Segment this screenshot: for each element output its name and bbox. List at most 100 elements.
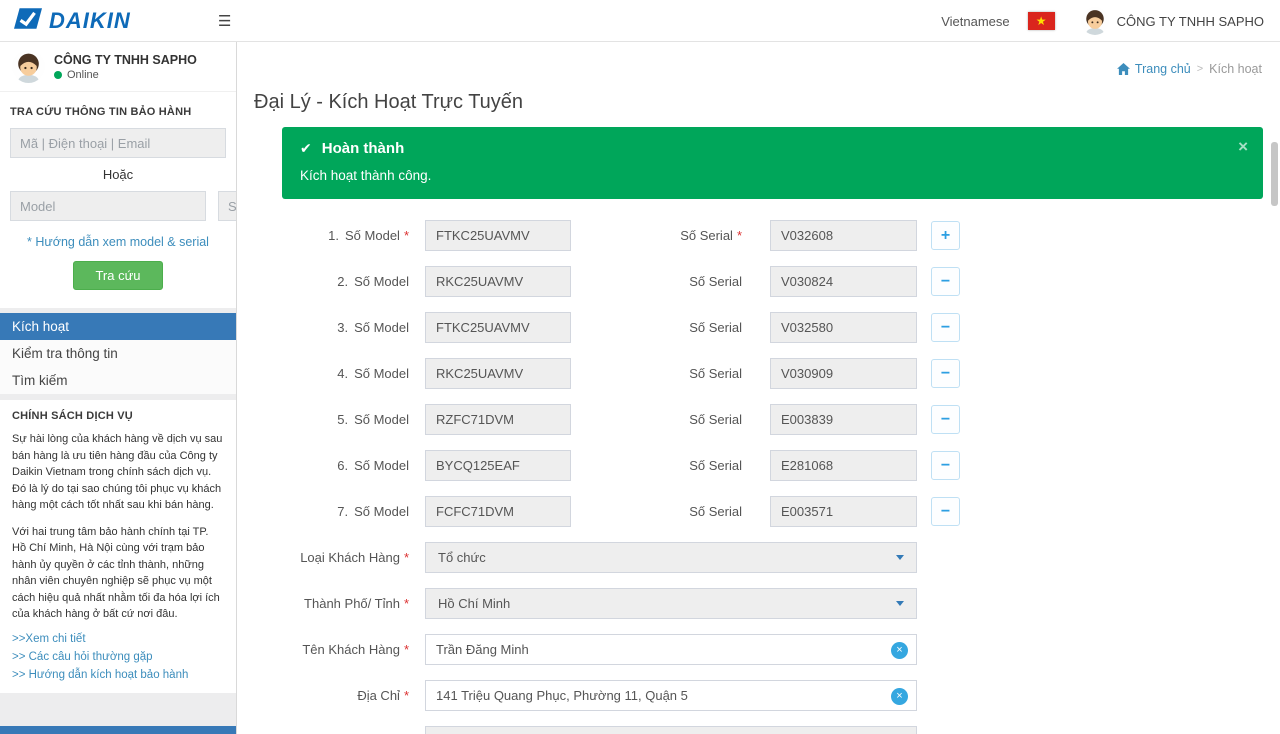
sidebar-menu-item-1[interactable]: Kiểm tra thông tin xyxy=(0,340,236,367)
policy-link[interactable]: >> Hướng dẫn kích hoạt bảo hành xyxy=(12,669,224,681)
serial-number-input[interactable] xyxy=(770,450,917,481)
device-row: 3.Số Model Số Serial − xyxy=(282,312,1263,343)
serial-label: Số Serial xyxy=(571,274,742,289)
remove-row-button[interactable]: − xyxy=(931,267,960,296)
remove-row-button[interactable]: − xyxy=(931,451,960,480)
model-label: 5.Số Model xyxy=(282,412,409,427)
remove-row-button[interactable]: − xyxy=(931,313,960,342)
warranty-lookup-title: TRA CỨU THÔNG TIN BẢO HÀNH xyxy=(10,106,226,118)
clear-icon[interactable]: × xyxy=(891,642,908,659)
header-user-name[interactable]: CÔNG TY TNHH SAPHO xyxy=(1117,14,1264,29)
remove-row-button[interactable]: − xyxy=(931,497,960,526)
customer-type-label: Loại Khách Hàng* xyxy=(282,550,409,565)
customer-name-field: × xyxy=(425,634,917,665)
policy-link[interactable]: >> Các câu hỏi thường gặp xyxy=(12,651,224,663)
alert-message: Kích hoạt thành công. xyxy=(300,168,1245,184)
serial-number-input[interactable] xyxy=(770,358,917,389)
city-value: Hồ Chí Minh xyxy=(438,596,510,611)
customer-name-input[interactable] xyxy=(426,635,916,664)
remove-row-button[interactable]: − xyxy=(931,405,960,434)
remove-row-button[interactable]: − xyxy=(931,359,960,388)
device-row: 2.Số Model Số Serial − xyxy=(282,266,1263,297)
sidebar-menu-item-0[interactable]: Kích hoạt xyxy=(0,313,236,340)
model-number-input[interactable] xyxy=(425,450,571,481)
service-policy-title: CHÍNH SÁCH DỊCH VỤ xyxy=(12,410,224,422)
daikin-logo-text: DAIKIN xyxy=(49,8,131,34)
clear-icon[interactable]: × xyxy=(891,688,908,705)
breadcrumb-home-link[interactable]: Trang chủ xyxy=(1117,62,1191,76)
model-serial-guide-link[interactable]: * Hướng dẫn xem model & serial xyxy=(10,235,226,249)
policy-paragraph: Với hai trung tâm bảo hành chính tại TP.… xyxy=(12,524,224,623)
model-number-input[interactable] xyxy=(425,358,571,389)
city-row: Thành Phố/ Tỉnh* Hồ Chí Minh xyxy=(282,588,1263,619)
device-row: 4.Số Model Số Serial − xyxy=(282,358,1263,389)
required-asterisk: * xyxy=(404,642,409,657)
sidebar-toggle-icon[interactable]: ☰ xyxy=(218,0,231,42)
policy-paragraph: Sự hài lòng của khách hàng về dịch vụ sa… xyxy=(12,431,224,514)
required-asterisk: * xyxy=(737,228,742,243)
address-field: × xyxy=(425,680,917,711)
or-label: Hoặc xyxy=(10,167,226,182)
model-label: 6.Số Model xyxy=(282,458,409,473)
chevron-down-icon xyxy=(896,601,904,606)
content-area: Trang chủ > Kích hoạt Đại Lý - Kích Hoạt… xyxy=(238,42,1280,734)
customer-name-row: Tên Khách Hàng* × xyxy=(282,634,1263,665)
serial-number-input[interactable] xyxy=(770,496,917,527)
model-number-input[interactable] xyxy=(425,312,571,343)
address-row: Địa Chỉ* × xyxy=(282,680,1263,711)
add-row-button[interactable]: + xyxy=(931,221,960,250)
customer-type-value: Tổ chức xyxy=(438,550,486,565)
vietnam-flag-icon[interactable]: ★ xyxy=(1028,12,1055,30)
serial-number-input[interactable] xyxy=(770,404,917,435)
online-status-label: Online xyxy=(67,69,99,81)
device-row: 7.Số Model Số Serial − xyxy=(282,496,1263,527)
daikin-logo[interactable]: DAIKIN xyxy=(14,0,131,42)
serial-number-input[interactable] xyxy=(770,220,917,251)
city-select[interactable]: Hồ Chí Minh xyxy=(425,588,917,619)
check-icon: ✔ xyxy=(300,139,312,158)
model-number-input[interactable] xyxy=(425,496,571,527)
alert-title-row: ✔ Hoàn thành xyxy=(300,139,1245,158)
model-label: 1.Số Model* xyxy=(282,228,409,243)
sidebar-menu: Kích hoạtKiểm tra thông tinTìm kiếm xyxy=(0,313,236,394)
flag-star: ★ xyxy=(1036,14,1047,28)
alert-close-icon[interactable]: × xyxy=(1238,138,1248,155)
model-label: 4.Số Model xyxy=(282,366,409,381)
language-selector[interactable]: Vietnamese xyxy=(941,14,1009,29)
daikin-logo-mark-icon xyxy=(14,7,42,35)
serial-number-input[interactable] xyxy=(770,312,917,343)
model-number-input[interactable] xyxy=(425,266,571,297)
city-label: Thành Phố/ Tỉnh* xyxy=(282,596,409,611)
model-number-input[interactable] xyxy=(425,220,571,251)
service-policy-panel: CHÍNH SÁCH DỊCH VỤ Sự hài lòng của khách… xyxy=(0,400,236,693)
model-label: 3.Số Model xyxy=(282,320,409,335)
warranty-lookup-input[interactable] xyxy=(10,128,226,158)
sidebar-serial-input[interactable] xyxy=(218,191,237,221)
serial-number-input[interactable] xyxy=(770,266,917,297)
lookup-button[interactable]: Tra cứu xyxy=(73,261,162,290)
next-field-partial[interactable] xyxy=(425,726,917,734)
chevron-down-icon xyxy=(896,555,904,560)
activation-form: ✔ Hoàn thành × Kích hoạt thành công. 1.S… xyxy=(282,127,1263,734)
sidebar-model-input[interactable] xyxy=(10,191,206,221)
device-row: 6.Số Model Số Serial − xyxy=(282,450,1263,481)
top-navbar: DAIKIN ☰ Vietnamese ★ CÔNG TY TNHH SAPHO xyxy=(0,0,1280,42)
header-avatar[interactable] xyxy=(1081,7,1109,35)
scrollbar-thumb[interactable] xyxy=(1271,142,1278,206)
sidebar: CÔNG TY TNHH SAPHO Online TRA CỨU THÔNG … xyxy=(0,42,237,734)
navbar-right: Vietnamese ★ CÔNG TY TNHH SAPHO xyxy=(941,0,1264,42)
model-number-input[interactable] xyxy=(425,404,571,435)
customer-type-select[interactable]: Tổ chức xyxy=(425,542,917,573)
breadcrumb: Trang chủ > Kích hoạt xyxy=(1117,62,1262,76)
address-input[interactable] xyxy=(426,681,916,710)
home-icon xyxy=(1117,63,1130,75)
required-asterisk: * xyxy=(404,550,409,565)
device-row: 5.Số Model Số Serial − xyxy=(282,404,1263,435)
breadcrumb-separator: > xyxy=(1197,63,1203,75)
serial-label: Số Serial xyxy=(571,366,742,381)
sidebar-avatar xyxy=(12,50,45,83)
serial-label: Số Serial xyxy=(571,412,742,427)
sidebar-menu-item-2[interactable]: Tìm kiếm xyxy=(0,367,236,394)
policy-link[interactable]: >>Xem chi tiết xyxy=(12,633,224,645)
device-row: 1.Số Model* Số Serial* + xyxy=(282,220,1263,251)
